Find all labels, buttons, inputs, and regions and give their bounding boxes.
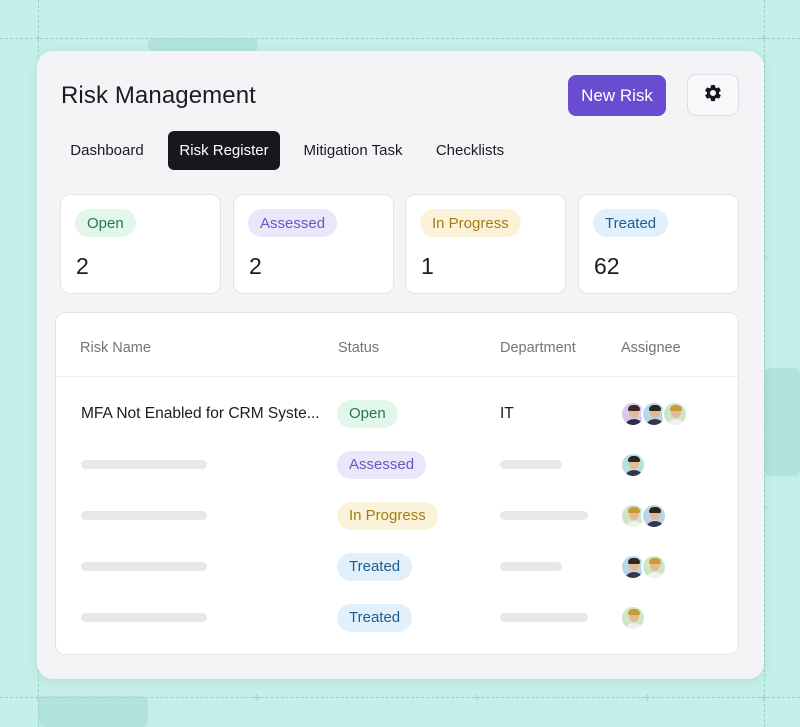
risk-name[interactable]: MFA Not Enabled for CRM Syste... xyxy=(81,405,320,423)
assignee-avatars[interactable] xyxy=(620,604,646,631)
risk-name-placeholder xyxy=(81,460,207,469)
department-placeholder xyxy=(500,562,562,571)
column-header-department[interactable]: Department xyxy=(500,340,576,356)
avatar xyxy=(620,604,646,631)
assignee-avatars[interactable] xyxy=(620,400,688,427)
gear-icon xyxy=(703,83,723,108)
status-badge: Treated xyxy=(593,209,669,237)
table-row[interactable]: Treated xyxy=(56,592,738,643)
avatar xyxy=(641,553,667,580)
risk-management-panel: Risk Management New Risk Dashboard Risk … xyxy=(37,51,764,679)
avatar xyxy=(662,400,688,427)
column-header-assignee[interactable]: Assignee xyxy=(621,340,681,356)
status-badge: Open xyxy=(75,209,136,237)
stat-count: 2 xyxy=(76,253,89,279)
risk-name-placeholder xyxy=(81,613,207,622)
avatar xyxy=(620,451,646,478)
tab-risk-register[interactable]: Risk Register xyxy=(168,131,280,170)
stat-count: 62 xyxy=(594,253,620,279)
table-row[interactable]: Assessed xyxy=(56,439,738,490)
new-risk-button[interactable]: New Risk xyxy=(568,75,666,116)
department-label: IT xyxy=(500,404,514,422)
tab-mitigation-task[interactable]: Mitigation Task xyxy=(293,131,413,170)
status-badge: In Progress xyxy=(420,209,521,237)
status-badge: Open xyxy=(337,399,398,428)
department-placeholder xyxy=(500,511,588,520)
stat-card-open[interactable]: Open 2 xyxy=(60,194,221,294)
table-row[interactable]: MFA Not Enabled for CRM Syste... Open IT xyxy=(56,388,738,439)
stat-card-in-progress[interactable]: In Progress 1 xyxy=(405,194,566,294)
table-header: Risk Name Status Department Assignee xyxy=(56,313,738,377)
assignee-avatars[interactable] xyxy=(620,502,667,529)
tab-checklists[interactable]: Checklists xyxy=(424,131,516,170)
status-badge: Assessed xyxy=(337,450,427,479)
tab-dashboard[interactable]: Dashboard xyxy=(57,131,157,170)
table-row[interactable]: Treated xyxy=(56,541,738,592)
stat-count: 1 xyxy=(421,253,434,279)
assignee-avatars[interactable] xyxy=(620,451,646,478)
page-title: Risk Management xyxy=(61,82,256,109)
status-badge: In Progress xyxy=(337,501,438,530)
stat-count: 2 xyxy=(249,253,262,279)
avatar xyxy=(641,502,667,529)
status-badge: Treated xyxy=(337,552,413,581)
status-badge: Assessed xyxy=(248,209,338,237)
assignee-avatars[interactable] xyxy=(620,553,667,580)
settings-button[interactable] xyxy=(687,74,739,116)
risk-name-placeholder xyxy=(81,562,207,571)
department-placeholder xyxy=(500,460,562,469)
column-header-risk-name[interactable]: Risk Name xyxy=(80,340,151,356)
stat-card-treated[interactable]: Treated 62 xyxy=(578,194,739,294)
status-badge: Treated xyxy=(337,603,413,632)
stat-card-assessed[interactable]: Assessed 2 xyxy=(233,194,394,294)
table-row[interactable]: In Progress xyxy=(56,490,738,541)
risk-table: Risk Name Status Department Assignee MFA… xyxy=(55,312,739,655)
column-header-status[interactable]: Status xyxy=(338,340,379,356)
department-placeholder xyxy=(500,613,588,622)
risk-name-placeholder xyxy=(81,511,207,520)
